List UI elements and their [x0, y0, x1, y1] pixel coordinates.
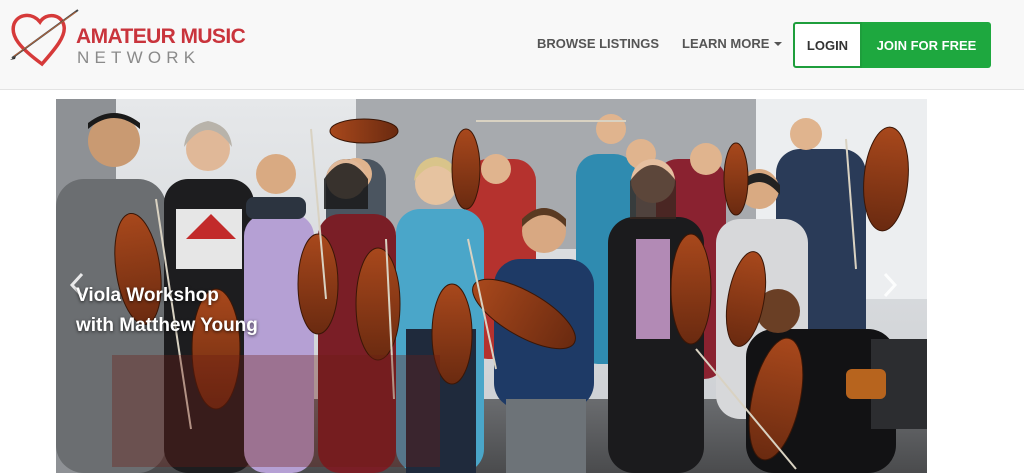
carousel-next-button[interactable] — [875, 265, 905, 305]
caret-down-icon — [774, 41, 783, 46]
join-for-free-button[interactable]: JOIN FOR FREE — [862, 22, 991, 68]
nav-browse-listings[interactable]: BROWSE LISTINGS — [537, 36, 659, 51]
caption-subtitle: with Matthew Young — [76, 315, 258, 336]
chevron-right-icon — [883, 272, 898, 298]
logo-text-network: NETWORK — [77, 48, 201, 67]
caption-overlay — [112, 355, 440, 467]
nav-learn-more-label: LEARN MORE — [682, 36, 770, 51]
login-button[interactable]: LOGIN — [793, 22, 862, 68]
caption-title: Viola Workshop — [76, 285, 219, 306]
site-logo[interactable]: AMATEUR MUSIC NETWORK — [10, 8, 246, 74]
nav-learn-more[interactable]: LEARN MORE — [682, 36, 783, 51]
logo-text-amateur-music: AMATEUR MUSIC — [76, 25, 246, 48]
top-navbar: AMATEUR MUSIC NETWORK BROWSE LISTINGS LE… — [0, 0, 1024, 90]
